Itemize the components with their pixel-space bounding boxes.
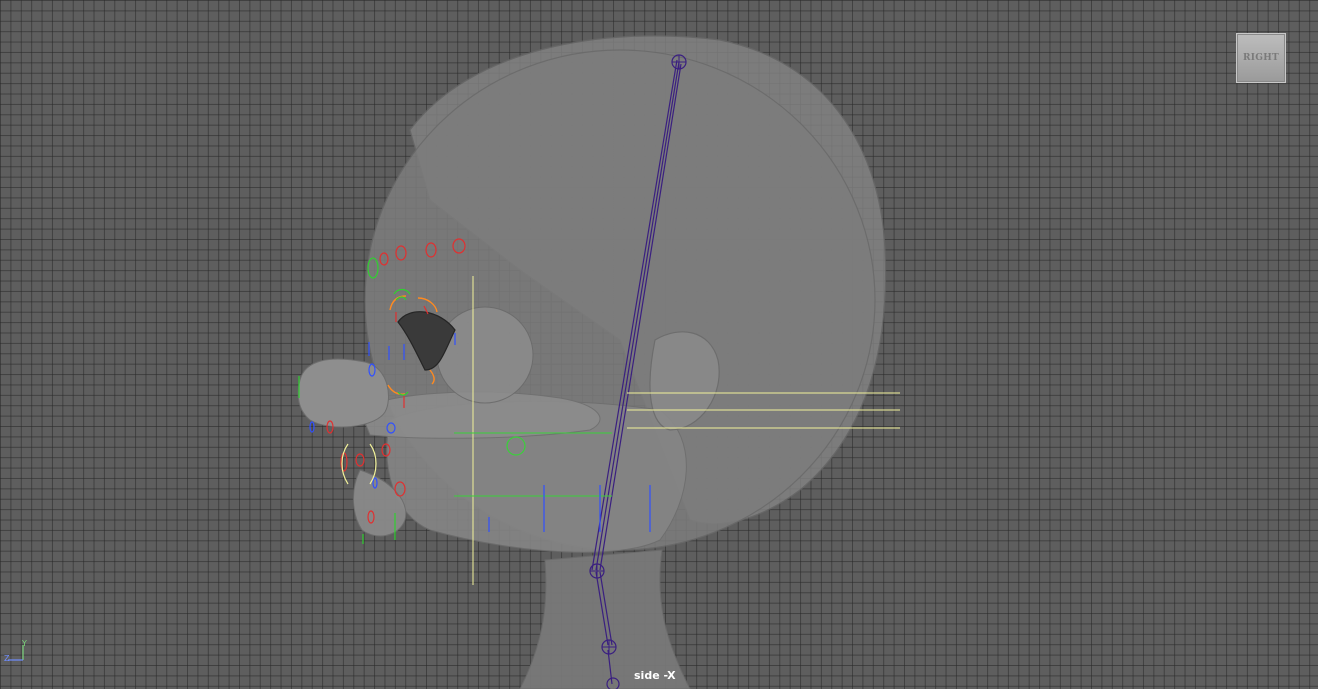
- axis-gizmo: Y Z: [4, 640, 34, 666]
- joint-neck-base[interactable]: [601, 639, 617, 655]
- axis-z-label: Z: [4, 654, 10, 663]
- joint-head-end[interactable]: [671, 54, 687, 70]
- view-cube[interactable]: RIGHT: [1236, 33, 1286, 83]
- character-eyeball[interactable]: [436, 306, 534, 404]
- scene-view[interactable]: [0, 0, 1318, 689]
- axis-y-label: Y: [22, 639, 27, 648]
- camera-name-label: side -X: [634, 669, 676, 682]
- view-cube-label: RIGHT: [1242, 53, 1280, 63]
- joint-neck[interactable]: [589, 563, 605, 579]
- viewport-3d[interactable]: RIGHT Y Z side -X: [0, 0, 1318, 689]
